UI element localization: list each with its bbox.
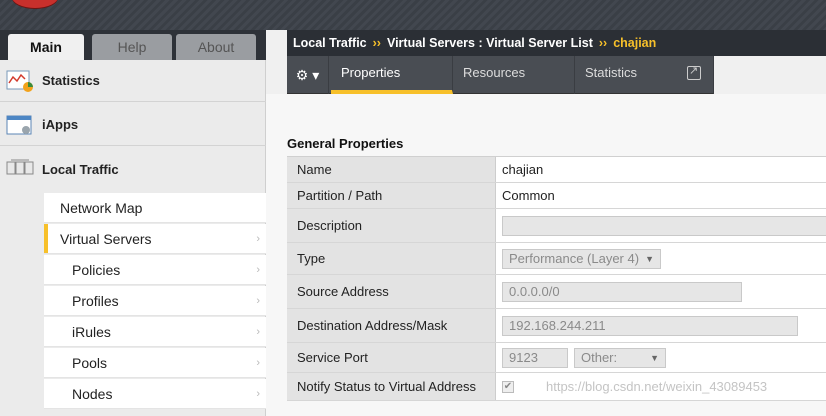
general-properties-table: Name chajian Partition / Path Common Des…: [287, 156, 826, 401]
breadcrumb-virtual-servers[interactable]: Virtual Servers : Virtual Server List: [387, 36, 593, 50]
tab-help[interactable]: Help: [92, 34, 172, 60]
sidebar-item-label: Network Map: [60, 199, 143, 216]
property-row-service-port: Service Port 9123 Other: ▼: [287, 343, 826, 373]
f5-logo: [12, 0, 58, 8]
partition-value: Common: [496, 183, 826, 208]
tab-resources[interactable]: Resources: [453, 56, 575, 94]
sidebar-item-label: Profiles: [72, 292, 119, 309]
main-content: General Properties Name chajian Partitio…: [266, 94, 826, 416]
service-port-select[interactable]: Other: ▼: [574, 347, 666, 368]
type-select[interactable]: Performance (Layer 4) ▼: [502, 248, 661, 269]
breadcrumb-local-traffic[interactable]: Local Traffic: [293, 36, 367, 50]
destination-address-field[interactable]: 192.168.244.211: [502, 315, 798, 336]
description-cell: [496, 209, 826, 242]
tab-about[interactable]: About: [176, 34, 256, 60]
sidebar-section-label: Statistics: [42, 73, 100, 88]
tab-main[interactable]: Main: [8, 34, 84, 60]
chevron-right-icon: ›: [256, 325, 260, 338]
dropdown-arrow-icon: ▼: [645, 253, 654, 264]
service-port-cell: 9123 Other: ▼: [496, 343, 826, 372]
chevron-right-icon: ›: [256, 356, 260, 369]
breadcrumb-separator: ››: [598, 36, 608, 50]
property-row-name: Name chajian: [287, 157, 826, 183]
sidebar-item-label: iRules: [72, 323, 111, 340]
sidebar-item-irules[interactable]: iRules ›: [44, 317, 266, 347]
chevron-right-icon: ›: [256, 294, 260, 307]
sidebar-section-iapps[interactable]: iApps: [0, 104, 266, 146]
breadcrumb-separator: ››: [372, 36, 381, 50]
iapps-window-icon: [6, 113, 34, 137]
notify-checkbox[interactable]: ✔: [502, 380, 514, 393]
top-banner: [0, 0, 826, 30]
chevron-right-icon: ›: [256, 387, 260, 400]
sidebar: Statistics iApps Local Traffic Network M…: [0, 60, 266, 416]
sidebar-section-statistics[interactable]: Statistics: [0, 60, 266, 102]
property-row-description: Description: [287, 209, 826, 243]
service-port-select-value: Other:: [581, 350, 618, 365]
property-label: Source Address: [287, 275, 496, 308]
notify-cell: ✔ https://blog.csdn.net/weixin_43089453: [496, 373, 826, 400]
property-row-partition: Partition / Path Common: [287, 183, 826, 209]
property-label: Description: [287, 209, 496, 242]
breadcrumb-current: chajian: [613, 36, 657, 50]
left-tab-bar: Main Help About: [0, 30, 266, 60]
watermark-text: https://blog.csdn.net/weixin_43089453: [546, 379, 768, 394]
chevron-right-icon: ›: [256, 232, 260, 245]
section-title: General Properties: [287, 136, 404, 151]
dropdown-arrow-icon: ▼: [650, 352, 659, 363]
popout-icon[interactable]: [687, 64, 701, 80]
sidebar-section-local-traffic[interactable]: Local Traffic: [0, 148, 266, 190]
sidebar-item-label: Policies: [72, 261, 121, 278]
sidebar-item-nodes[interactable]: Nodes ›: [44, 379, 266, 409]
tab-statistics[interactable]: Statistics: [575, 56, 714, 94]
type-cell: Performance (Layer 4) ▼: [496, 243, 826, 274]
property-label: Service Port: [287, 343, 496, 372]
service-port-field[interactable]: 9123: [502, 347, 568, 368]
property-row-source: Source Address 0.0.0.0/0: [287, 275, 826, 309]
gear-menu-icon[interactable]: ⚙ ▾: [287, 56, 329, 94]
source-cell: 0.0.0.0/0: [496, 275, 826, 308]
tab-statistics-label: Statistics: [585, 65, 638, 80]
property-label: Partition / Path: [287, 183, 496, 208]
sidebar-item-profiles[interactable]: Profiles ›: [44, 286, 266, 316]
destination-cell: 192.168.244.211: [496, 309, 826, 342]
description-field[interactable]: [502, 215, 826, 236]
object-toolbar: ⚙ ▾ Properties Resources Statistics: [287, 56, 714, 94]
property-label: Name: [287, 157, 496, 182]
type-select-value: Performance (Layer 4): [509, 251, 640, 266]
sidebar-item-label: Virtual Servers: [60, 230, 152, 247]
local-traffic-icon: [6, 157, 34, 181]
sidebar-item-policies[interactable]: Policies ›: [44, 255, 266, 285]
sidebar-item-label: Nodes: [72, 385, 113, 402]
sidebar-item-pools[interactable]: Pools ›: [44, 348, 266, 378]
property-row-destination: Destination Address/Mask 192.168.244.211: [287, 309, 826, 343]
tab-properties[interactable]: Properties: [331, 56, 453, 94]
name-value: chajian: [496, 157, 826, 182]
sidebar-item-virtual-servers[interactable]: Virtual Servers ›: [44, 224, 266, 254]
sidebar-item-network-map[interactable]: Network Map: [44, 193, 266, 223]
property-row-type: Type Performance (Layer 4) ▼: [287, 243, 826, 275]
statistics-chart-icon: [6, 69, 34, 93]
property-row-notify: Notify Status to Virtual Address ✔ https…: [287, 373, 826, 401]
sidebar-section-label: iApps: [42, 117, 79, 132]
property-label: Type: [287, 243, 496, 274]
property-label: Notify Status to Virtual Address: [287, 373, 496, 400]
sidebar-item-label: Pools: [72, 354, 108, 371]
property-label: Destination Address/Mask: [287, 309, 496, 342]
breadcrumb: Local Traffic ›› Virtual Servers : Virtu…: [287, 30, 826, 56]
source-address-field[interactable]: 0.0.0.0/0: [502, 281, 742, 302]
chevron-right-icon: ›: [256, 263, 260, 276]
sidebar-section-label: Local Traffic: [42, 161, 119, 177]
